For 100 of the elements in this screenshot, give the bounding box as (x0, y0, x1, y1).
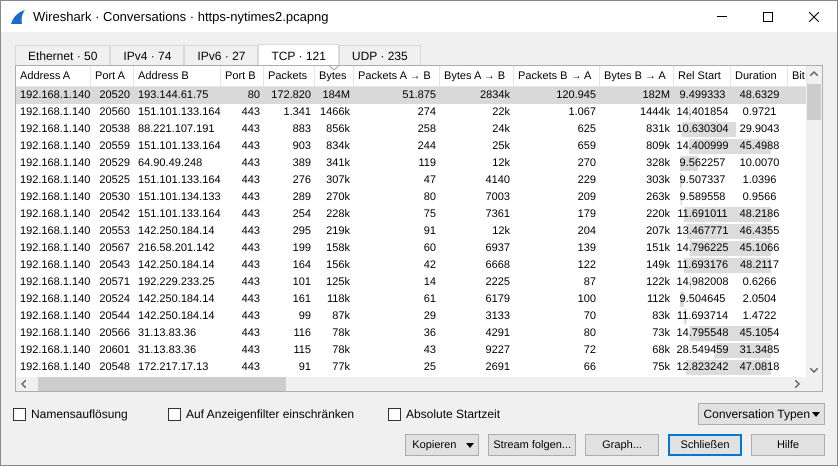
shark-fin-icon (10, 10, 26, 24)
table-cell: 204 (578, 225, 596, 237)
table-cell: 151k (646, 242, 670, 254)
table-cell: 20601 (99, 344, 130, 356)
column-header[interactable]: Bytes A → B (440, 66, 514, 86)
table-cell: 20530 (99, 191, 130, 203)
tab[interactable]: Ethernet · 50 (15, 45, 110, 65)
vertical-scrollbar[interactable] (806, 66, 822, 377)
column-header[interactable]: Bytes (315, 66, 354, 86)
table-cell: 192.168.1.140 (20, 106, 90, 118)
table-cell: 307k (326, 174, 350, 186)
table-cell: 192.168.1.140 (20, 208, 90, 220)
table-cell: 244 (418, 140, 436, 152)
table-cell: 20559 (99, 140, 130, 152)
table-cell: 443 (242, 225, 260, 237)
table-cell: 289 (292, 191, 311, 203)
table-cell: 192.168.1.140 (20, 242, 90, 254)
table-cell: 14.795548 (674, 326, 731, 341)
table-cell: 20524 (99, 293, 130, 305)
column-header[interactable]: Port A (91, 66, 134, 86)
checkbox-label: Absolute Startzeit (406, 406, 500, 423)
tab[interactable]: TCP · 121 (258, 44, 339, 66)
dialog-button[interactable]: Schließen (668, 434, 742, 456)
table-cell: 443 (242, 174, 260, 186)
tab[interactable]: IPv4 · 74 (110, 45, 184, 65)
table-cell: 1.341 (283, 106, 311, 118)
table-cell: 151.101.133.164 (138, 208, 221, 220)
checkbox-label: Namensauflösung (31, 406, 128, 423)
table-cell: 443 (242, 259, 260, 271)
table-cell: 91 (424, 225, 436, 237)
conversation-types-button[interactable]: Conversation Typen (698, 403, 825, 425)
dialog-button[interactable]: Hilfe (751, 434, 825, 456)
dialog-button[interactable]: Kopieren (405, 434, 480, 456)
table-cell: 192.168.1.140 (20, 157, 90, 169)
tab[interactable]: IPv6 · 27 (184, 45, 258, 65)
table-cell: 172.217.17.13 (138, 361, 208, 373)
table-cell: 184M (322, 89, 350, 101)
table-cell: 20538 (99, 123, 130, 135)
table-cell: 443 (242, 361, 260, 373)
table-cell: 161 (292, 293, 311, 305)
table-cell: 443 (242, 157, 260, 169)
table-cell-text: 0.6266 (742, 275, 778, 290)
table-row[interactable]: 192.168.1.140 20520 193.144.61.75 80 172.820 184M 51.875 2834k 120.945 182M 9.499333 48.6329 (16, 87, 806, 104)
column-header[interactable]: Packets (264, 66, 315, 86)
table-cell: 112k (646, 293, 670, 305)
table-cell: 36 (424, 327, 436, 339)
column-header[interactable]: Packets B → A (514, 66, 600, 86)
table-cell: 72 (584, 344, 596, 356)
column-header[interactable]: Port B (221, 66, 264, 86)
table-cell: 20548 (99, 361, 130, 373)
table-cell: 192.168.1.140 (20, 310, 90, 322)
table-cell: 142.250.184.14 (138, 293, 214, 305)
column-header[interactable]: Address A (16, 66, 91, 86)
table-cell: 42 (424, 259, 436, 271)
table-cell: 443 (242, 344, 260, 356)
table-cell: 78k (332, 344, 350, 356)
column-header[interactable]: Rel Start (674, 66, 731, 86)
dialog-button[interactable]: Stream folgen... (488, 434, 576, 456)
table-cell: 80 (584, 327, 596, 339)
tab[interactable]: UDP · 235 (338, 45, 421, 65)
table-cell: 13.467771 (674, 224, 731, 239)
table-cell: 443 (242, 310, 260, 322)
scroll-thumb[interactable] (38, 377, 286, 391)
column-header[interactable]: Bytes B → A (600, 66, 674, 86)
table-cell: 328k (646, 157, 670, 169)
table-cell: 219k (326, 225, 350, 237)
dialog-button[interactable]: Graph... (585, 434, 659, 456)
horizontal-scrollbar[interactable] (16, 377, 822, 391)
table-cell: 6937 (486, 242, 510, 254)
checkbox[interactable] (388, 408, 401, 420)
table-cell: 87k (332, 310, 350, 322)
table-cell: 12k (492, 225, 510, 237)
table-cell: 120.945 (556, 89, 596, 101)
table-cell: 192.168.1.140 (20, 259, 90, 271)
table-cell: 12.823242 (674, 360, 731, 375)
table-cell: 192.168.1.140 (20, 191, 90, 203)
table-cell: 43 (424, 344, 436, 356)
table-cell: 20543 (99, 259, 130, 271)
column-header[interactable]: Address B (134, 66, 221, 86)
table-cell: 199 (292, 242, 311, 254)
table-cell: 179 (578, 208, 596, 220)
table-cell: 192.168.1.140 (20, 225, 90, 237)
table-cell: 28.549459 (674, 343, 731, 358)
column-header[interactable]: Packets A → B (354, 66, 440, 86)
table-cell: 2691 (486, 361, 510, 373)
table-cell: 29 (424, 310, 436, 322)
table-cell: 2834k (480, 89, 510, 101)
table-cell: 192.168.1.140 (20, 276, 90, 288)
table-cell: 192.168.1.140 (20, 344, 90, 356)
scroll-thumb[interactable] (807, 84, 821, 120)
checkbox[interactable] (168, 408, 181, 420)
table-cell: 192.168.1.140 (20, 89, 90, 101)
column-header[interactable]: Duration (731, 66, 788, 86)
caret-icon (466, 442, 474, 448)
table-cell-text: 1.0396 (742, 173, 778, 188)
checkbox[interactable] (13, 408, 26, 420)
table-cell: 91 (298, 361, 311, 373)
table-cell: 158k (326, 242, 350, 254)
table-cell: 192.168.1.140 (20, 123, 90, 135)
scroll-down-icon (810, 368, 818, 373)
